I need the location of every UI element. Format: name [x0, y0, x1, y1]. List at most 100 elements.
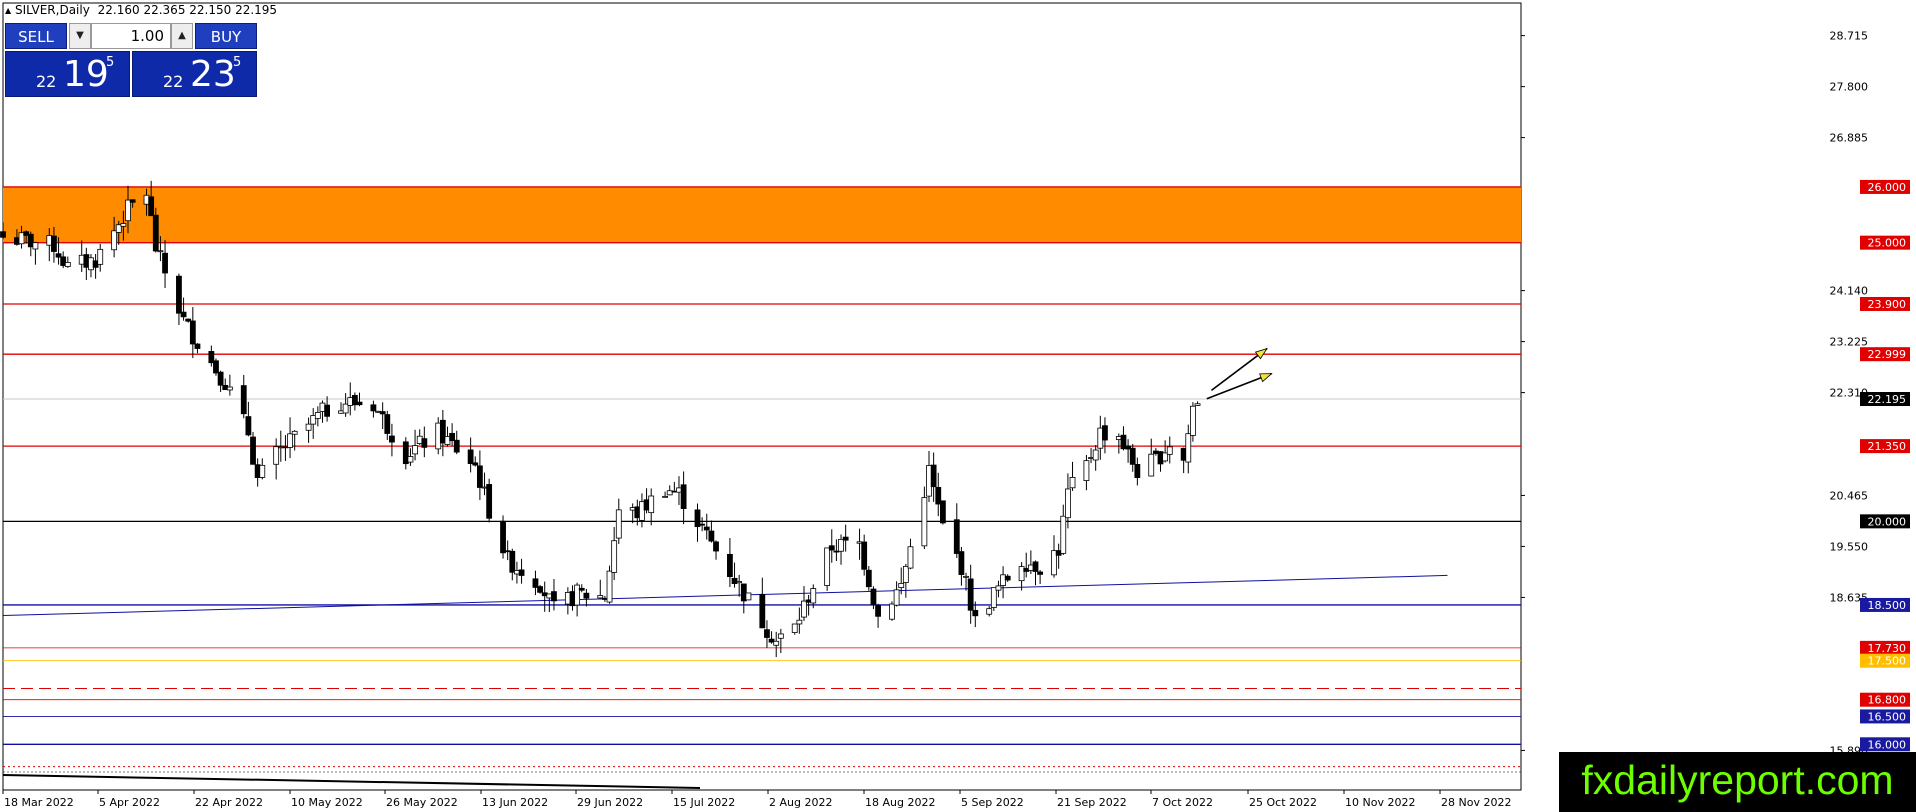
candle-body: [958, 551, 965, 575]
candle-body: [995, 585, 1002, 591]
date-tick-label: 15 Jul 2022: [673, 796, 735, 809]
price-tick-label: 27.800: [1830, 81, 1869, 94]
candle-body: [189, 320, 196, 345]
candle-body: [217, 371, 224, 386]
level-price-label: 21.350: [1868, 440, 1907, 453]
candle-body: [615, 509, 622, 539]
candle-body: [120, 223, 127, 227]
price-tick-label: 20.465: [1830, 489, 1869, 502]
date-tick-label: 10 May 2022: [291, 796, 363, 809]
candle-body: [611, 540, 618, 573]
candle-body: [551, 591, 557, 602]
candle-body: [796, 619, 803, 625]
candle-body: [509, 550, 516, 573]
candle-body: [291, 430, 298, 435]
buy-button[interactable]: BUY: [195, 23, 257, 49]
candle-body: [152, 214, 159, 252]
candle-body: [963, 575, 969, 578]
candle-body: [213, 360, 219, 374]
date-tick-label: 5 Sep 2022: [961, 796, 1024, 809]
candle-body: [226, 386, 233, 391]
candle-body: [1092, 449, 1099, 461]
candle-body: [1129, 447, 1136, 465]
candle-body: [1037, 571, 1044, 575]
sell-price-pip: 5: [106, 55, 115, 70]
candle-body: [1166, 446, 1173, 455]
level-price-label: 26.000: [1868, 181, 1907, 194]
candle-body: [51, 235, 57, 252]
candle-body: [384, 414, 391, 434]
chart-header: ▲ SILVER,Daily 22.160 22.365 22.150 22.1…: [5, 3, 277, 17]
candle-body: [1004, 575, 1011, 581]
candle-body: [453, 439, 460, 453]
candle-body: [314, 412, 321, 419]
candle-body: [1102, 425, 1108, 441]
candle-body: [421, 438, 428, 448]
lot-size-input[interactable]: [91, 23, 171, 49]
date-tick-label: 5 Apr 2022: [99, 796, 160, 809]
candle-body: [680, 484, 687, 509]
ohlc-values: 22.160 22.365 22.150 22.195: [97, 3, 278, 17]
candle-body: [162, 252, 168, 274]
candle-body: [537, 586, 543, 593]
price-tick-label: 19.550: [1830, 540, 1869, 553]
candle-body: [745, 592, 752, 601]
level-price-label: 16.800: [1868, 694, 1907, 707]
candle-body: [250, 436, 256, 465]
level-price-label: 25.000: [1868, 237, 1907, 250]
candle-body: [953, 519, 960, 554]
candle-body: [1032, 561, 1039, 572]
candle-body: [245, 416, 252, 436]
date-tick-label: 21 Sep 2022: [1057, 796, 1127, 809]
candle-body: [1060, 515, 1067, 554]
candle-body: [1134, 464, 1141, 478]
collapse-triangle-icon[interactable]: ▲: [5, 6, 11, 15]
candle-body: [759, 593, 766, 629]
sell-button[interactable]: SELL: [5, 23, 67, 49]
candle-body: [64, 262, 71, 267]
candle-body: [898, 583, 905, 588]
candle-body: [801, 600, 807, 618]
candle-body: [449, 432, 456, 442]
date-tick-label: 13 Jun 2022: [482, 796, 548, 809]
candle-body: [583, 592, 590, 599]
candle-body: [777, 633, 784, 639]
buy-price-main: 23: [190, 54, 236, 95]
candle-body: [865, 569, 872, 588]
buy-price[interactable]: 22 23 5: [132, 51, 257, 97]
candle-body: [287, 433, 293, 448]
sell-price-main: 19: [63, 54, 109, 95]
candle-body: [889, 603, 895, 620]
lot-increase-arrow-icon[interactable]: ▲: [171, 23, 193, 49]
candle-body: [148, 196, 155, 217]
candle-body: [736, 581, 743, 584]
candle-body: [32, 242, 39, 250]
candle-body: [875, 605, 881, 617]
sell-price[interactable]: 22 19 5: [5, 51, 130, 97]
candle-body: [500, 520, 506, 554]
candle-body: [921, 497, 928, 547]
candle-body: [578, 587, 585, 591]
lot-decrease-arrow-icon[interactable]: ▼: [69, 23, 91, 49]
candle-body: [1185, 433, 1192, 463]
candle-body: [703, 526, 710, 531]
candle-body: [773, 640, 780, 646]
candle-body: [356, 401, 363, 406]
candle-body: [972, 610, 979, 617]
date-tick-label: 29 Jun 2022: [577, 796, 643, 809]
sell-price-prefix: 22: [36, 72, 57, 91]
candle-body: [407, 456, 414, 463]
price-tick-label: 28.715: [1830, 30, 1869, 43]
candle-body: [379, 411, 386, 415]
price-chart[interactable]: 28.71527.80026.88524.14023.22522.31020.4…: [0, 0, 1916, 812]
buy-price-prefix: 22: [163, 72, 184, 91]
candle-body: [476, 465, 483, 488]
candle-body: [930, 464, 937, 488]
date-tick-label: 22 Apr 2022: [195, 796, 263, 809]
candle-body: [824, 547, 831, 586]
date-tick-label: 10 Nov 2022: [1345, 796, 1415, 809]
date-tick-label: 18 Mar 2022: [4, 796, 74, 809]
candle-body: [597, 595, 604, 599]
candle-body: [125, 199, 131, 222]
watermark-logo: fxdailyreport.com: [1559, 752, 1916, 812]
